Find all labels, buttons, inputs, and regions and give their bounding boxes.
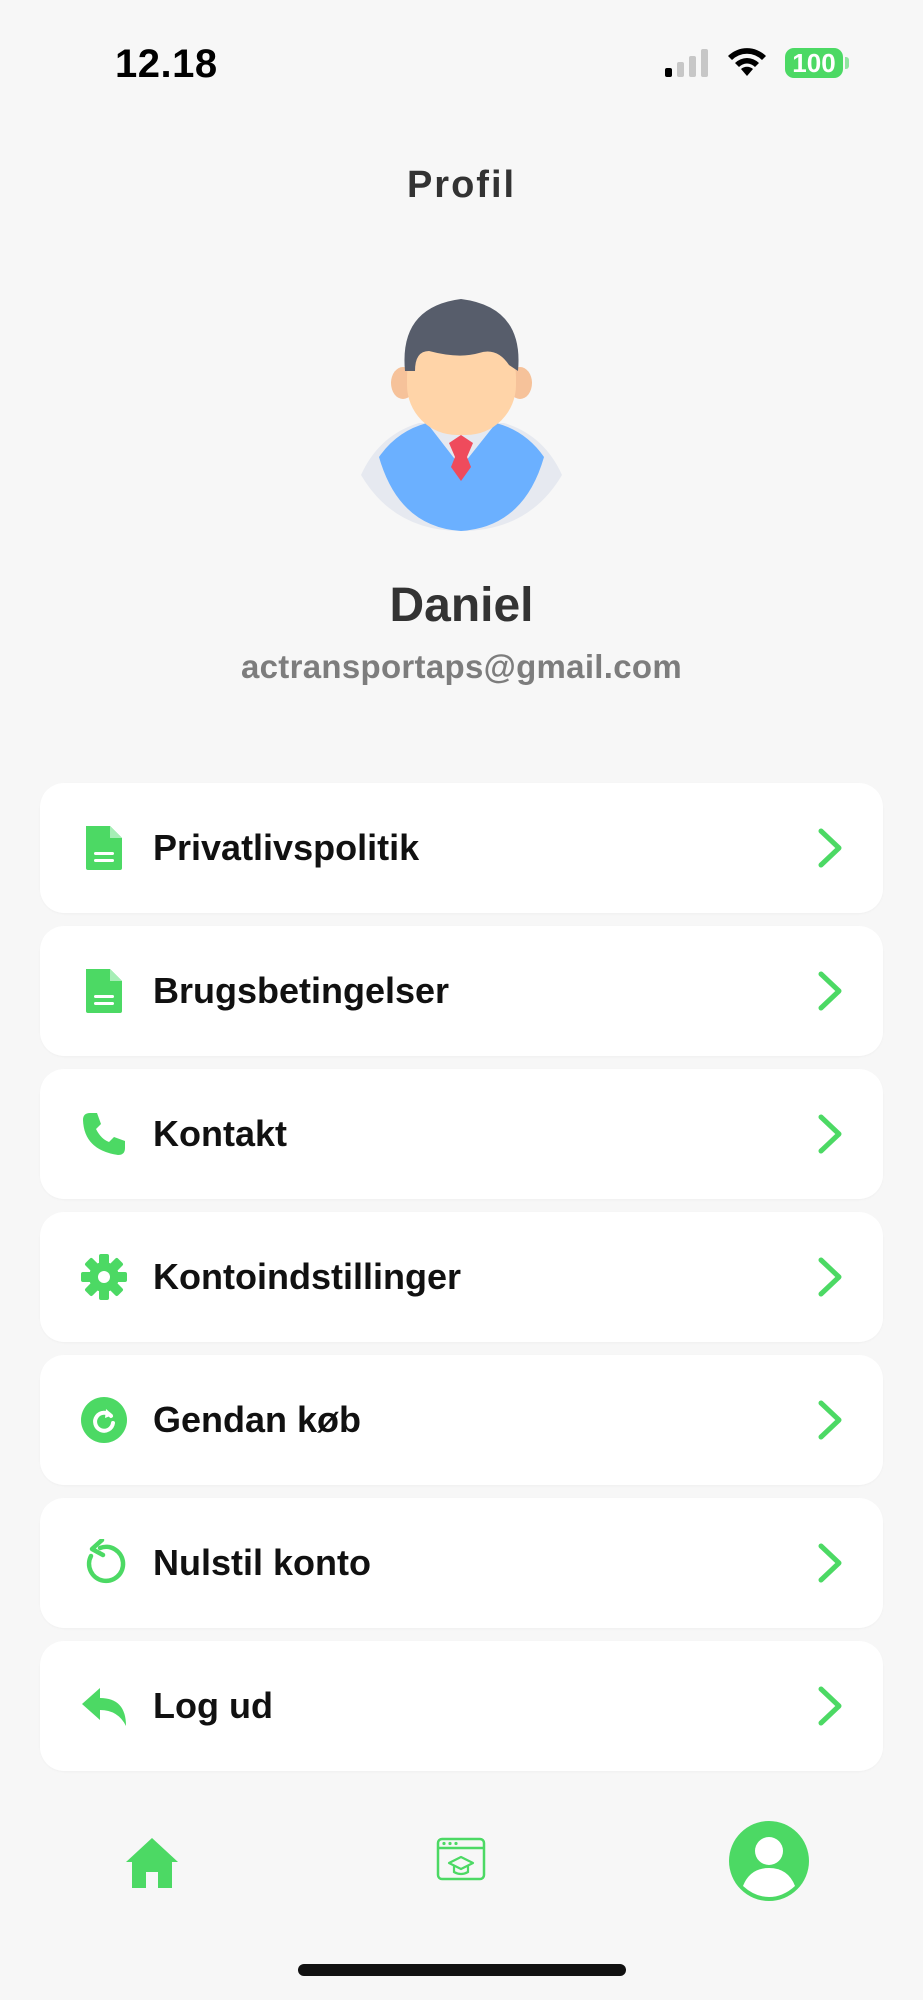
user-email: actransportaps@gmail.com xyxy=(240,648,682,685)
restore-icon xyxy=(81,1397,127,1443)
menu-item-label: Log ud xyxy=(153,1685,273,1726)
menu-item-label: Kontakt xyxy=(153,1113,287,1154)
status-icons: 100 xyxy=(665,48,849,78)
battery-level: 100 xyxy=(785,48,843,78)
home-indicator xyxy=(298,1964,626,1976)
menu-item-label: Kontoindstillinger xyxy=(153,1256,461,1297)
profile-icon xyxy=(729,1821,809,1901)
status-time: 12.18 xyxy=(115,42,218,86)
menu-item-terms[interactable]: Brugsbetingelser xyxy=(40,926,883,1056)
chevron-right-icon xyxy=(818,1543,842,1583)
chevron-right-icon xyxy=(818,1686,842,1726)
chevron-right-icon xyxy=(818,1257,842,1297)
user-name: Daniel xyxy=(389,579,534,632)
menu-item-reset-account[interactable]: Nulstil konto xyxy=(40,1498,883,1628)
page-title: Profil xyxy=(406,164,517,206)
home-icon xyxy=(126,1838,178,1888)
tab-home[interactable] xyxy=(124,1836,180,1895)
cellular-signal-icon xyxy=(665,49,708,77)
menu-item-label: Gendan køb xyxy=(153,1399,362,1440)
menu-item-account-settings[interactable]: Kontoindstillinger xyxy=(40,1212,883,1342)
phone-icon xyxy=(83,1113,125,1155)
chevron-right-icon xyxy=(818,828,842,868)
tab-course[interactable] xyxy=(436,1836,486,1891)
wifi-icon xyxy=(728,48,766,76)
document-icon xyxy=(86,969,122,1013)
menu-item-privacy-policy[interactable]: Privatlivspolitik xyxy=(40,783,883,913)
menu-item-contact[interactable]: Kontakt xyxy=(40,1069,883,1199)
gear-icon xyxy=(81,1254,127,1300)
reset-icon xyxy=(86,1539,126,1584)
chevron-right-icon xyxy=(818,1400,842,1440)
menu-item-label: Privatlivspolitik xyxy=(153,827,420,868)
chevron-right-icon xyxy=(818,971,842,1011)
chevron-right-icon xyxy=(818,1114,842,1154)
status-bar: 12.18 100 xyxy=(0,0,923,120)
battery-cap xyxy=(845,57,849,69)
menu-item-label: Brugsbetingelser xyxy=(153,970,450,1011)
menu-item-logout[interactable]: Log ud xyxy=(40,1641,883,1771)
battery-indicator: 100 xyxy=(785,48,849,78)
tab-profile[interactable] xyxy=(728,1820,810,1907)
menu-item-label: Nulstil konto xyxy=(153,1542,371,1583)
document-icon xyxy=(86,826,122,870)
menu-item-restore-purchase[interactable]: Gendan køb xyxy=(40,1355,883,1485)
logout-icon xyxy=(82,1688,126,1726)
tab-bar xyxy=(0,1810,923,1920)
profile-menu: Privatlivspolitik Brugsbetingelser Konta… xyxy=(40,783,883,1784)
course-icon xyxy=(436,1837,486,1881)
avatar xyxy=(361,299,562,531)
